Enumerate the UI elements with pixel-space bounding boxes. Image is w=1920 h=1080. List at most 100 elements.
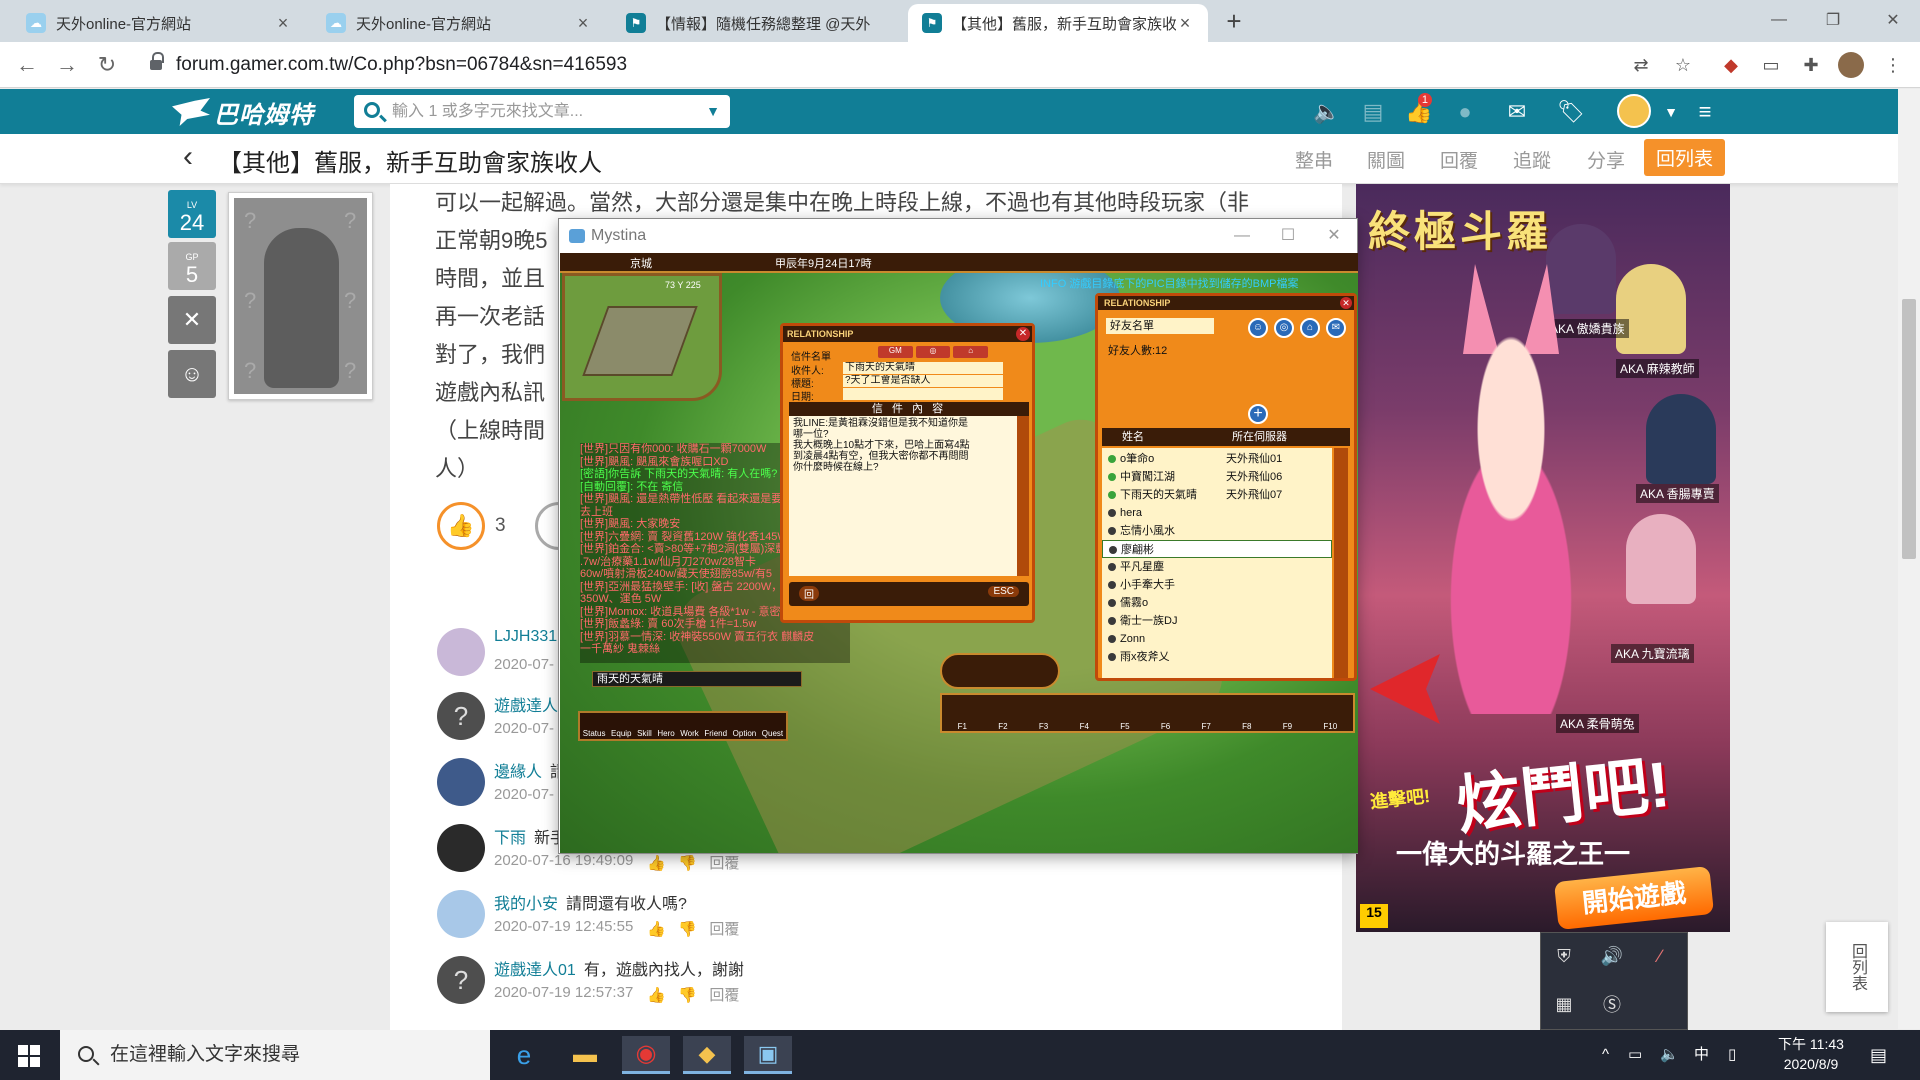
commenter-name[interactable]: 我的小安 (494, 896, 558, 913)
add-friend-icon[interactable]: + (1248, 404, 1268, 424)
back-arrow-icon[interactable]: ← (12, 50, 42, 80)
friend-row[interactable]: 廖翩彬 (1102, 540, 1332, 558)
friend-list-scrollbar[interactable] (1334, 448, 1348, 678)
thumb-down-icon[interactable]: 👎 (678, 855, 697, 872)
hotkey-slot[interactable]: F5 (1120, 722, 1129, 731)
commenter-avatar[interactable] (437, 758, 485, 806)
game-quick-bar[interactable] (940, 653, 1060, 689)
game-menu-hero-button[interactable]: Hero (657, 729, 674, 738)
game-menu-skill-button[interactable]: Skill (637, 729, 652, 738)
hide-images-button[interactable]: 關圖 (1367, 146, 1405, 173)
comment-reply-link[interactable]: 回覆 (709, 855, 739, 872)
browser-tab[interactable]: ☁ 天外online-官方網站 × (12, 4, 306, 42)
friend-row[interactable]: 衛士一族DJ (1102, 612, 1332, 630)
hotkey-slot[interactable]: F3 (1039, 722, 1048, 731)
shield-icon[interactable]: ⛨ (1551, 943, 1577, 969)
face-icon[interactable]: ☺ (1248, 318, 1268, 338)
thumb-notification-icon[interactable]: 👍 1 (1404, 93, 1434, 127)
game-menu-quest-button[interactable]: Quest (762, 729, 783, 738)
friend-row[interactable]: 忘情小風水 (1102, 522, 1332, 540)
tools-icon[interactable]: ✕ (168, 296, 216, 344)
mail-body[interactable]: 我LINE:是黃祖霖沒錯但是我不知道你是 哪一位? 我大概晚上10點才下來，巴哈… (789, 416, 1017, 576)
close-tab-icon[interactable]: × (1176, 13, 1194, 34)
app-tray-icon[interactable]: ∕ (1647, 943, 1673, 969)
commenter-avatar[interactable] (437, 824, 485, 872)
ime-indicator[interactable]: 中 (1694, 1030, 1709, 1080)
back-chevron-icon[interactable]: ‹ (183, 142, 207, 172)
commenter-avatar[interactable]: ? (437, 692, 485, 740)
taskbar-search-input[interactable]: 在這裡輸入文字來搜尋 (60, 1030, 490, 1080)
mail-icon[interactable]: ✉ (1502, 97, 1532, 127)
hotkey-slot[interactable]: F8 (1242, 722, 1251, 731)
rss-icon[interactable]: ▤ (1358, 97, 1388, 127)
volume-icon[interactable]: 🔈 (1660, 1030, 1679, 1080)
gm-button[interactable]: GM (878, 346, 913, 358)
commenter-name[interactable]: 遊戲達人01 (494, 962, 576, 979)
thumb-up-icon[interactable]: 👍 (647, 987, 666, 1004)
game-window[interactable]: Mystina — ☐ ✕ 京城 甲辰年9月24日17時 73 Y 225 IN… (558, 218, 1358, 854)
friend-list-panel[interactable]: RELATIONSHIP ✕ 好友名單 ☺ ◎ ⌂ ✉ 好友人數:12 + 姓名… (1095, 293, 1357, 681)
hamburger-menu-icon[interactable]: ≡ (1690, 97, 1720, 127)
mail-dialog[interactable]: RELATIONSHIP ✕ GM ◎ ⌂ 信件名單 收件人: 下雨天的天氣晴 … (780, 323, 1035, 623)
close-icon[interactable]: ✕ (1311, 219, 1357, 253)
show-hidden-icons[interactable]: ^ (1602, 1030, 1609, 1080)
full-thread-button[interactable]: 整串 (1295, 146, 1333, 173)
mail-action-button[interactable]: ◎ (915, 346, 951, 358)
minimize-icon[interactable]: — (1219, 219, 1265, 253)
game-menu-status-button[interactable]: Status (583, 729, 606, 738)
chevron-down-icon[interactable]: ▼ (706, 95, 720, 128)
clipboard-icon[interactable]: ▯ (1728, 1030, 1736, 1080)
hotkey-slot[interactable]: F1 (958, 722, 967, 731)
back-to-list-button[interactable]: 回列表 (1644, 139, 1726, 176)
puzzle-extensions-icon[interactable]: ✚ (1798, 52, 1824, 78)
hotkey-slot[interactable]: F7 (1201, 722, 1210, 731)
speaker-icon[interactable]: 🔊 (1599, 943, 1625, 969)
file-explorer-icon[interactable]: ▬ (561, 1036, 609, 1074)
chat-bubble-icon[interactable]: ● (1450, 97, 1480, 127)
commenter-avatar[interactable] (437, 628, 485, 676)
browser-tab[interactable]: ⚑ 【情報】隨機任務總整理 @天外 (612, 4, 906, 42)
mail-icon[interactable]: ✉ (1326, 318, 1346, 338)
thumb-up-icon[interactable]: 👍 (647, 855, 666, 872)
mail-subject-field[interactable]: ?天了工會是否缺人 (843, 375, 1003, 387)
group-icon[interactable]: ◎ (1274, 318, 1294, 338)
mail-to-field[interactable]: 下雨天的天氣晴 (843, 362, 1003, 374)
maximize-icon[interactable]: ☐ (1265, 219, 1311, 253)
thumb-down-icon[interactable]: 👎 (678, 921, 697, 938)
reply-mail-button[interactable]: 回 (799, 586, 819, 601)
commenter-name[interactable]: 遊戲達人 (494, 698, 558, 715)
close-tab-icon[interactable]: × (274, 13, 292, 34)
hotkey-slot[interactable]: F6 (1161, 722, 1170, 731)
reload-icon[interactable]: ↻ (92, 50, 122, 80)
close-window-icon[interactable]: ✕ (1862, 0, 1920, 40)
edge-icon[interactable]: e (500, 1036, 548, 1074)
minimize-icon[interactable]: — (1748, 0, 1810, 40)
hotkey-slot[interactable]: F9 (1283, 722, 1292, 731)
chrome-icon[interactable]: ◉ (622, 1036, 670, 1074)
mail-home-button[interactable]: ⌂ (953, 346, 989, 358)
share-button[interactable]: 分享 (1587, 146, 1625, 173)
bookmark-star-icon[interactable]: ☆ (1670, 52, 1696, 78)
friend-row[interactable]: 小手牽大手 (1102, 576, 1332, 594)
extension-icon[interactable]: ◆ (1718, 52, 1744, 78)
close-icon[interactable]: ✕ (1016, 327, 1030, 341)
hotkey-slot[interactable]: F2 (998, 722, 1007, 731)
start-game-button[interactable]: 開始遊戲 (1553, 865, 1715, 931)
skype-icon[interactable]: Ⓢ (1599, 991, 1625, 1017)
gp-like-button[interactable]: 👍 (437, 502, 485, 550)
hotkey-slot[interactable]: F10 (1323, 722, 1337, 731)
comment-reply-link[interactable]: 回覆 (709, 987, 739, 1004)
image-tray-icon[interactable]: ▦ (1551, 991, 1577, 1017)
mystina-game-icon[interactable]: ▣ (744, 1036, 792, 1074)
user-avatar[interactable] (1617, 94, 1651, 128)
game-menu-work-button[interactable]: Work (680, 729, 699, 738)
chat-input[interactable]: 雨天的天氣晴 (592, 671, 802, 687)
minimap[interactable]: 73 Y 225 (562, 273, 722, 401)
game-launcher-icon[interactable]: ◆ (683, 1036, 731, 1074)
mascot-icon[interactable]: ☺ (168, 350, 216, 398)
commenter-name[interactable]: LJJH331 (494, 628, 557, 645)
follow-button[interactable]: 追蹤 (1513, 146, 1551, 173)
browser-tab[interactable]: ☁ 天外online-官方網站 × (312, 4, 606, 42)
esc-button[interactable]: ESC (988, 586, 1019, 597)
close-tab-icon[interactable]: × (574, 13, 592, 34)
